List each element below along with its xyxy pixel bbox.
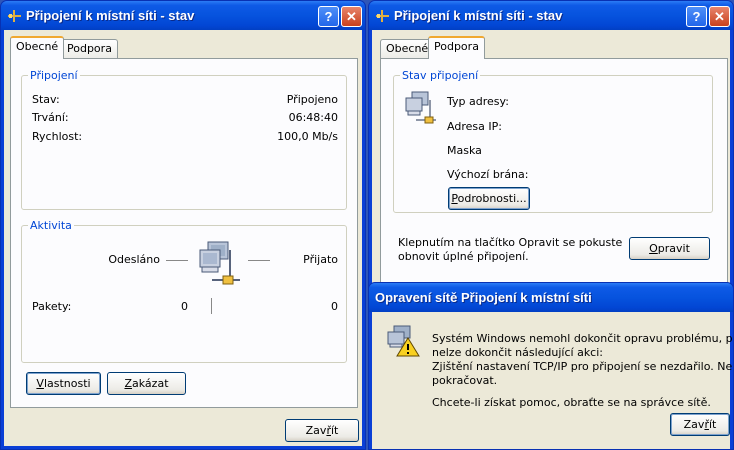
title-bar[interactable]: Připojení k místní síti - stav ? ✕ bbox=[369, 1, 733, 30]
connection-status-group: Stav připojení Typ adresy: Adresa IP: Ma… bbox=[393, 69, 713, 213]
duration-value: 06:48:40 bbox=[288, 111, 338, 124]
close-window-button[interactable]: ✕ bbox=[341, 6, 362, 27]
help-line: Chcete-li získat pomoc, obraťte se na sp… bbox=[432, 396, 711, 409]
connection-group-legend: Připojení bbox=[28, 69, 80, 82]
network-warning-icon bbox=[387, 325, 420, 357]
dialog-client: Systém Windows nemohl dokončit opravu pr… bbox=[372, 312, 733, 449]
window-title: Připojení k místní síti - stav bbox=[26, 8, 195, 23]
message-line-4: pokračovat. bbox=[432, 374, 498, 387]
connection-status-legend: Stav připojení bbox=[400, 69, 481, 82]
duration-label: Trvání: bbox=[32, 111, 69, 124]
status-window-left: Připojení k místní síti - stav ? ✕ Obecn… bbox=[0, 0, 366, 450]
tab-general[interactable]: Obecné bbox=[10, 36, 65, 59]
help-button[interactable]: ? bbox=[686, 6, 707, 27]
properties-button[interactable]: Vlastnosti bbox=[26, 372, 101, 395]
received-label: Přijato bbox=[303, 253, 338, 266]
dialog-title: Opravení sítě Připojení k místní síti bbox=[375, 290, 592, 305]
close-button[interactable]: Zavřít bbox=[285, 419, 359, 442]
status-value: Připojeno bbox=[286, 93, 338, 106]
sent-line bbox=[166, 260, 188, 261]
speed-value: 100,0 Mb/s bbox=[277, 130, 338, 143]
connection-group: Připojení Stav: Připojeno Trvání: 06:48:… bbox=[21, 69, 347, 210]
tab-support[interactable]: Podpora bbox=[61, 39, 118, 59]
packets-sent-value: 0 bbox=[181, 300, 188, 313]
default-gateway-label: Výchozí brána: bbox=[447, 168, 529, 181]
repair-dialog: Opravení sítě Připojení k místní síti Sy… bbox=[368, 282, 734, 450]
dialog-close-button[interactable]: Zavřít bbox=[670, 413, 730, 436]
activity-group-legend: Aktivita bbox=[28, 219, 74, 232]
packets-divider bbox=[211, 298, 212, 314]
packets-label: Pakety: bbox=[32, 300, 72, 313]
disable-button[interactable]: Zakázat bbox=[107, 372, 186, 395]
message-line-3: Zjištění nastavení TCP/IP pro připojení … bbox=[432, 360, 734, 373]
network-activity-icon bbox=[199, 241, 240, 285]
tab-panel-general: Připojení Stav: Připojeno Trvání: 06:48:… bbox=[10, 58, 358, 408]
window-client: Obecné Podpora Připojení Stav: Připojeno… bbox=[4, 30, 362, 446]
tab-support[interactable]: Podpora bbox=[428, 36, 485, 59]
activity-group: Aktivita Odesláno Přijato Pakety: 0 0 bbox=[21, 219, 347, 363]
close-window-button[interactable]: ✕ bbox=[709, 6, 730, 27]
network-connection-icon bbox=[376, 10, 389, 22]
details-button[interactable]: Podrobnosti... bbox=[448, 187, 530, 210]
speed-label: Rychlost: bbox=[32, 130, 83, 143]
help-button[interactable]: ? bbox=[318, 6, 339, 27]
repair-button[interactable]: Opravit bbox=[629, 237, 710, 260]
title-bar[interactable]: Připojení k místní síti - stav ? ✕ bbox=[1, 1, 365, 30]
subnet-mask-label: Maska bbox=[447, 144, 482, 157]
tab-panel-support: Stav připojení Typ adresy: Adresa IP: Ma… bbox=[380, 58, 728, 308]
address-type-label: Typ adresy: bbox=[447, 95, 509, 108]
dialog-title-bar[interactable]: Opravení sítě Připojení k místní síti bbox=[369, 283, 733, 312]
repair-hint-line1: Klepnutím na tlačítko Opravit se pokuste bbox=[398, 236, 623, 249]
received-line bbox=[248, 260, 270, 261]
network-connection-icon bbox=[8, 10, 21, 22]
message-line-1: Systém Windows nemohl dokončit opravu pr… bbox=[432, 332, 734, 345]
message-line-2: nelze dokončit následující akci: bbox=[432, 346, 603, 359]
sent-label: Odesláno bbox=[108, 253, 160, 266]
network-computers-icon bbox=[405, 91, 436, 124]
window-title: Připojení k místní síti - stav bbox=[394, 8, 563, 23]
packets-received-value: 0 bbox=[331, 300, 338, 313]
status-label: Stav: bbox=[32, 93, 60, 106]
repair-hint-line2: obnovit úplné připojení. bbox=[398, 250, 529, 263]
ip-address-label: Adresa IP: bbox=[447, 120, 502, 133]
tab-general[interactable]: Obecné bbox=[380, 39, 435, 59]
